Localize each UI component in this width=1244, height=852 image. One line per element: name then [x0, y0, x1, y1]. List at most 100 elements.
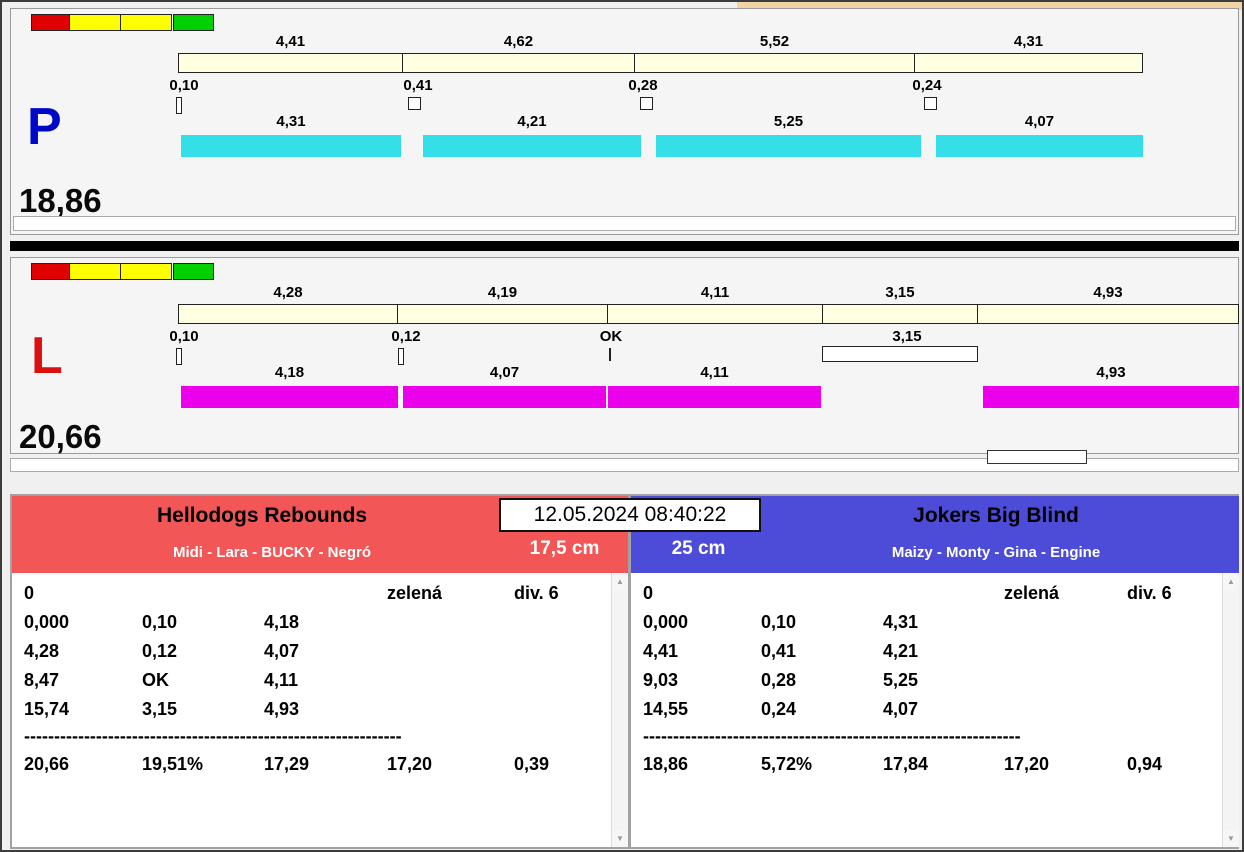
table-separator: ----------------------------------------…	[643, 726, 1021, 746]
segment-time: 4,62	[503, 33, 534, 50]
table-cell: 4,18	[264, 612, 300, 632]
table-cell: 14,55	[643, 699, 689, 719]
table-body: 0 zelená div. 6 0,000 0,10 4,31 4,41 0,4…	[631, 579, 1221, 780]
split-marker	[408, 97, 421, 110]
table-body: 0 zelená div. 6 0,000 0,10 4,18 4,28 0,1…	[12, 579, 610, 780]
table-separator: ----------------------------------------…	[24, 726, 402, 746]
scroll-down-button[interactable]: ▼	[1223, 830, 1239, 847]
lane-segment: 4,19	[397, 284, 608, 324]
split-ok-label: OK	[599, 328, 623, 345]
team-right-jump-height: 25 cm	[671, 538, 726, 559]
table-cell: 0,000	[643, 612, 689, 632]
progress-strip	[13, 216, 1236, 231]
split-time: 0,24	[912, 77, 942, 94]
table-row: 4,41 0,41 4,21	[631, 637, 1221, 666]
table-cell: 0	[643, 583, 654, 603]
table-cell: 0,10	[761, 612, 797, 632]
lane-segment: 5,52	[634, 33, 915, 73]
table-cell: 17,20	[387, 754, 433, 774]
split-marker	[924, 97, 937, 110]
split-marker	[176, 97, 182, 114]
panel-divider	[10, 241, 1239, 251]
table-row: 0 zelená div. 6	[12, 579, 610, 608]
lane-segment: 4,11	[607, 284, 823, 324]
run-time-bar: 4,31	[181, 113, 401, 157]
scrollbar[interactable]: ▲ ▼	[1222, 573, 1239, 847]
table-cell: 0,39	[514, 754, 550, 774]
table-cell: zelená	[1004, 583, 1060, 603]
table-cell: zelená	[387, 583, 443, 603]
segment-time: 4,28	[273, 284, 303, 301]
lane-segment: 4,31	[914, 33, 1143, 73]
yellow-light-2	[120, 263, 172, 280]
table-row: 8,47 OK 4,11	[12, 666, 610, 695]
run-time-bar: 4,21	[423, 113, 641, 157]
split-tick	[609, 348, 611, 361]
run-time: 4,07	[1024, 113, 1055, 130]
table-row: 9,03 0,28 5,25	[631, 666, 1221, 695]
panel-p: 4,41 4,62 5,52 4,31 0,10 0,41 0,28 0,24 …	[10, 8, 1239, 235]
split-time: 0,10	[169, 77, 199, 94]
app-window: 4,41 4,62 5,52 4,31 0,10 0,41 0,28 0,24 …	[0, 0, 1244, 852]
split-time: 3,15	[892, 328, 922, 345]
table-cell: 19,51%	[142, 754, 204, 774]
run-time-bar: 4,18	[181, 364, 398, 408]
table-cell: 17,29	[264, 754, 310, 774]
table-cell: 5,25	[883, 670, 919, 690]
totals-row: 20,66 19,51% 17,29 17,20 0,39	[12, 749, 610, 780]
yellow-light-1	[69, 14, 121, 31]
scrollbar[interactable]: ▲ ▼	[611, 573, 628, 847]
green-light	[173, 263, 214, 280]
split-time: 0,12	[391, 328, 421, 345]
table-cell: 4,41	[643, 641, 679, 661]
table-cell: 4,07	[264, 641, 300, 661]
status-lights-l	[31, 263, 214, 280]
table-row: 0,000 0,10 4,18	[12, 608, 610, 637]
table-cell: 5,72%	[761, 754, 813, 774]
table-cell: 0,24	[761, 699, 797, 719]
lane-segment: 4,62	[402, 33, 635, 73]
table-cell: 3,15	[142, 699, 178, 719]
segment-time: 3,15	[885, 284, 915, 301]
table-row: 15,74 3,15 4,93	[12, 695, 610, 724]
yellow-light-1	[69, 263, 121, 280]
run-time: 5,25	[773, 113, 804, 130]
run-time-bar: 4,07	[936, 113, 1143, 157]
panel-p-total: 18,86	[19, 182, 102, 219]
scroll-up-button[interactable]: ▲	[1223, 573, 1239, 590]
split-marker	[398, 348, 404, 365]
panel-l-total: 20,66	[19, 418, 102, 455]
active-segment-indicator	[987, 450, 1087, 464]
team-right-name: Jokers Big Blind	[913, 504, 1079, 527]
datetime-display: 12.05.2024 08:40:22	[499, 498, 761, 532]
segment-time: 5,52	[759, 33, 790, 50]
split-marker	[176, 348, 182, 365]
run-time-bar: 5,25	[656, 113, 921, 157]
segment-time: 4,31	[1013, 33, 1044, 50]
team-left-jump-height: 17,5 cm	[529, 538, 600, 559]
split-marker	[640, 97, 653, 110]
status-lights-p	[31, 14, 214, 31]
split-time: 0,41	[403, 77, 433, 94]
segment-time: 4,41	[275, 33, 306, 50]
yellow-light-2	[120, 14, 172, 31]
run-time: 4,93	[1096, 364, 1126, 381]
table-cell: 4,31	[883, 612, 919, 632]
scroll-down-button[interactable]: ▼	[612, 830, 628, 847]
table-cell: 9,03	[643, 670, 679, 690]
panel-l: 4,28 4,19 4,11 3,15 4,93 0,10 0,12 OK 3,…	[10, 257, 1239, 455]
team-left-name: Hellodogs Rebounds	[157, 504, 367, 527]
run-time-bar: 4,93	[983, 364, 1239, 408]
table-cell: div. 6	[514, 583, 559, 603]
team-right-members: Maizy - Monty - Gina - Engine	[891, 544, 1101, 561]
segment-time: 4,11	[700, 284, 730, 301]
table-cell: 0	[24, 583, 35, 603]
table-cell: 15,74	[24, 699, 70, 719]
team-right-table: 0 zelená div. 6 0,000 0,10 4,31 4,41 0,4…	[631, 573, 1239, 847]
scroll-up-button[interactable]: ▲	[612, 573, 628, 590]
panel-l-letter: L	[31, 327, 63, 385]
run-time: 4,11	[700, 364, 729, 381]
table-cell: div. 6	[1127, 583, 1172, 603]
table-cell: 4,93	[264, 699, 300, 719]
table-cell: 18,86	[643, 754, 689, 774]
